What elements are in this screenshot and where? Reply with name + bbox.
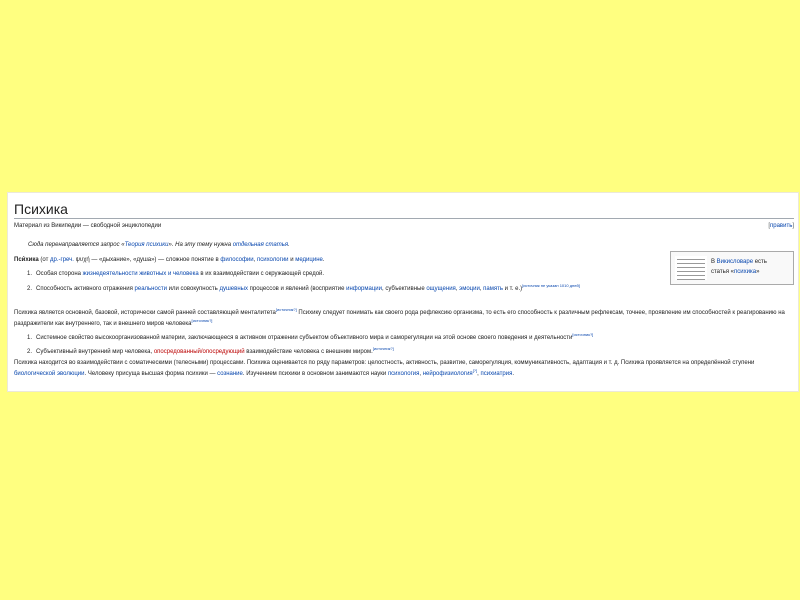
paragraph-text: Психика находится во взаимодействии с со… <box>14 360 755 366</box>
citation-needed-note[interactable]: [источник не указан 1010 дней] <box>522 283 580 288</box>
definition-list-2: 1. Системное свойство высокоорганизованно… <box>14 331 792 360</box>
link-psychology[interactable]: психологии <box>257 257 289 263</box>
list-text: Способность активного отражения <box>36 286 135 292</box>
intro-term: Пси́хика <box>14 257 39 263</box>
intro-text: ψυχή — «дыхание», «душа») — сложное поня… <box>73 257 221 263</box>
link-information[interactable]: информации <box>346 286 382 292</box>
list-number: 2. <box>26 349 32 355</box>
hatnote: Сюда перенаправляется запрос «Теория пси… <box>28 242 290 248</box>
link-sensations[interactable]: ощущения <box>426 286 455 292</box>
list-text: Субъективный внутренний мир человека, <box>36 349 154 355</box>
wiktionary-box: В Викисловаре есть статья «психика» <box>670 251 794 285</box>
list-text: в их взаимодействии с окружающей средой. <box>198 271 325 277</box>
edit-bracket-close: ] <box>792 223 794 229</box>
intro-text: . <box>322 257 325 263</box>
list-item: 1. Системное свойство высокоорганизованно… <box>14 331 792 342</box>
hatnote-text: Сюда перенаправляется запрос « <box>28 242 125 248</box>
link-biological-evolution[interactable]: биологической эволюции <box>14 371 84 377</box>
evolution-paragraph: Психика находится во взаимодействии с со… <box>14 359 792 378</box>
page-title: Психика <box>14 201 68 217</box>
citation-needed-note[interactable]: [источник?] <box>572 332 593 337</box>
wiktionary-label: есть <box>753 259 767 265</box>
wiktionary-link[interactable]: Викисловаре <box>717 259 753 265</box>
wiktionary-entry-link[interactable]: психика <box>734 269 756 275</box>
paragraph-text: . <box>512 371 514 377</box>
list-text: , субъективные <box>381 286 427 292</box>
paragraph-text: . Человеку присуща высшая форма психики … <box>84 371 218 377</box>
list-item: 2. Субъективный внутренний мир человека, … <box>14 345 792 356</box>
edit-section: [править] <box>768 223 794 229</box>
tagline: Материал из Википедии — свободной энцикл… <box>14 223 162 229</box>
hatnote-text: . <box>288 242 290 248</box>
hatnote-link-separate-article[interactable]: отдельная статья <box>233 242 288 248</box>
definition-list-1: 1. Особая сторона жизнедеятельности живот… <box>14 270 668 297</box>
wiktionary-label: » <box>756 269 760 275</box>
link-consciousness[interactable]: сознание <box>217 371 243 377</box>
citation-needed-note[interactable]: [источник?] <box>373 346 394 351</box>
page-background: { "article": { "title": "Психика", "tagl… <box>0 0 800 600</box>
link-memory[interactable]: память <box>483 286 503 292</box>
title-divider <box>14 218 794 219</box>
link-mental[interactable]: душевных <box>219 286 247 292</box>
wiktionary-text: В Викисловаре есть статья «психика» <box>711 257 767 277</box>
list-number: 1. <box>26 271 32 277</box>
link-reality[interactable]: реальности <box>135 286 167 292</box>
wiktionary-label: статья « <box>711 269 735 275</box>
hatnote-text: ». На эту тему нужна <box>168 242 233 248</box>
citation-needed-note[interactable]: [источник?] <box>276 307 297 312</box>
paragraph-text: . Изучением психики в основном занимаютс… <box>242 371 388 377</box>
hatnote-link-theory[interactable]: Теория психики <box>125 242 169 248</box>
list-text: взаимодействие человека с внешним миром. <box>244 349 373 355</box>
list-number: 2. <box>26 286 32 292</box>
intro-text: (от <box>38 257 50 263</box>
mentality-paragraph: Психика является основной, базовой, исто… <box>14 306 792 328</box>
link-ancient-greek[interactable]: др.-греч. <box>50 257 74 263</box>
list-text: Системное свойство высокоорганизованной … <box>36 335 573 341</box>
edit-link[interactable]: править <box>770 223 792 229</box>
list-text: процессов и явлений (восприятие <box>247 286 347 292</box>
link-philosophy[interactable]: философии <box>220 257 253 263</box>
list-text: Особая сторона <box>36 271 83 277</box>
intro-paragraph: Пси́хика (от др.-греч. ψυχή — «дыхание»,… <box>14 256 668 264</box>
link-emotions[interactable]: эмоции <box>459 286 480 292</box>
paragraph-text: Психика является основной, базовой, исто… <box>14 310 276 316</box>
list-text: и т. е.) <box>503 286 523 292</box>
link-animal-life[interactable]: жизнедеятельности животных и человека <box>83 271 199 277</box>
list-item: 2. Способность активного отражения реальн… <box>14 282 668 293</box>
list-text: или совокупность <box>166 286 220 292</box>
wiktionary-logo-icon <box>675 256 707 280</box>
red-link-mediated[interactable]: опосредованный/опосредующий <box>154 349 245 355</box>
link-psychology-science[interactable]: психология <box>388 371 419 377</box>
link-medicine[interactable]: медицине <box>295 257 323 263</box>
link-psychiatry[interactable]: психиатрия <box>480 371 512 377</box>
list-number: 1. <box>26 335 32 341</box>
link-neurophysiology[interactable]: нейрофизиология <box>423 371 473 377</box>
screenshot-panel: Психика Материал из Википедии — свободно… <box>8 193 798 391</box>
citation-needed-note[interactable]: [источник?] <box>192 318 213 323</box>
list-item: 1. Особая сторона жизнедеятельности живот… <box>14 270 668 278</box>
